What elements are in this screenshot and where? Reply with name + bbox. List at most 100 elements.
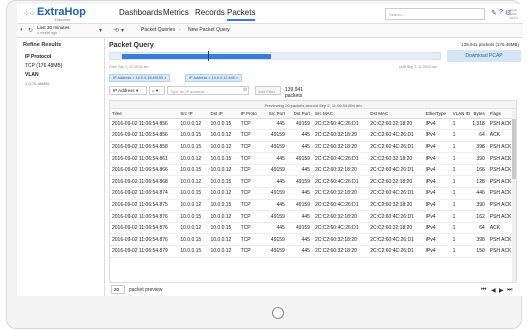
table-cell: 446 [471,187,488,200]
column-header[interactable]: IP Proto [238,109,263,119]
table-cell: 1 [450,199,472,212]
add-filter-button[interactable]: Add Filter [255,86,281,95]
refresh-icon[interactable]: ↻ [28,27,33,34]
table-cell: 10.0.0.15 [208,222,239,235]
table-cell: 2C:C2:60:4C:26:D1 [368,245,424,258]
first-page-icon[interactable]: ⏮ [481,287,486,294]
table-cell: 10.0.0.15 [178,164,209,177]
table-cell: 2C:C2:60:4C:26:D1 [368,210,424,223]
table-cell: IPv4 [423,152,451,165]
download-pcap-button[interactable]: Download PCAP [447,50,521,62]
table-row[interactable]: 2016-09-02 11:06:54.868 10.0.0.12 10.0.0.1… [110,175,516,189]
table-cell: 445 [287,233,313,247]
table-row[interactable]: 2016-09-02 11:06:54.876 10.0.0.15 10.0.0.1… [110,233,516,247]
table-cell: 445 [287,164,313,177]
table-row[interactable]: 2016-09-02 11:06:54.861 10.0.0.12 10.0.0.1… [110,152,516,165]
table-cell: 10.0.0.15 [208,199,239,212]
table-cell: 1 [450,175,472,189]
next-page-icon[interactable]: ▶ [499,287,504,294]
table-cell: 10.0.0.12 [208,129,239,142]
last-page-icon[interactable]: ⏭ [507,287,512,294]
tools-icon[interactable]: ✎ [491,9,497,17]
breadcrumb-packet-queries[interactable]: Packet Queries [141,27,175,33]
table-cell: 390 [471,199,488,212]
filter-operator-select[interactable]: = ▾ [149,86,165,95]
nav-metrics[interactable]: Metrics [163,8,189,17]
filter-value-input[interactable]: Type an IP address... [167,86,249,95]
table-cell: IPv4 [423,245,451,258]
table-cell: 2C:C2:60:32:18:20 [368,222,424,235]
collapse-sidebar-icon[interactable]: ◐ [20,27,24,33]
table-row[interactable]: 2016-09-02 11:06:54.876 10.0.0.15 10.0.0.1… [110,210,516,223]
history-icon[interactable]: ⟲ [114,27,119,34]
table-row[interactable]: 2016-09-02 11:06:54.856 10.0.0.12 10.0.0.1… [110,118,516,131]
table-row[interactable]: 2016-09-02 11:06:54.879 10.0.0.15 10.0.0.1… [110,245,516,258]
column-header[interactable]: EtherType [423,109,451,119]
page-size-input[interactable]: 20 [111,285,125,294]
chevron-down-icon[interactable]: ▾ [121,27,124,34]
column-header[interactable]: Src Port [262,109,288,119]
packet-timeline[interactable] [109,51,441,61]
table-cell: 2C:C2:60:4C:26:D1 [368,129,424,142]
logo[interactable]: ⁘⁘ ExtraHop Discover [21,5,107,23]
column-header[interactable]: Dst IP [208,109,239,119]
table-footer: 20 packet preview ⏮ ◀ ▶ ⏭ [109,285,517,295]
filter-chip[interactable]: IP Address = 10.0.0.15:49159 × [109,74,171,82]
filter-chip[interactable]: IP Address = 10.0.0.12:445 × [185,74,243,82]
table-cell: 10.0.0.12 [208,164,239,177]
table-row[interactable]: 2016-09-02 11:06:54.874 10.0.0.15 10.0.0.1… [110,187,516,200]
timeline-until: Until Sep 2, 11:39:02 am [399,65,438,69]
table-cell: 10.0.0.12 [208,233,239,247]
table-cell: 10.0.0.15 [178,210,209,223]
prev-page-icon[interactable]: ◀ [491,287,496,294]
timeline-marker[interactable] [208,51,209,61]
table-cell: 49159 [262,233,288,247]
table-cell: 1 [450,187,472,200]
table-cell: 2016-09-02 11:06:54.856 [110,118,179,131]
nav-dashboards[interactable]: Dashboards [119,8,162,17]
close-icon[interactable]: × [236,76,238,80]
column-header[interactable]: Time [110,109,179,119]
table-row[interactable]: 2016-09-02 11:06:54.866 10.0.0.15 10.0.0.1… [110,164,516,177]
table-cell: 64 [471,222,488,235]
table-cell: TCP [238,210,263,223]
time-breadcrumb-bar: ◐ ↻ Last 30 minutes a minute ago ▾ ⟲ ▾ P… [17,24,523,38]
table-cell: 10.0.0.15 [208,152,239,165]
scrollbar-thumb[interactable] [512,119,516,179]
refine-tcp[interactable]: TCP (176.48MB) [25,63,62,69]
filter-field-select[interactable]: IP Address ▾ [109,86,147,95]
column-header[interactable]: Dst MAC [368,109,424,119]
column-header[interactable]: Bytes [471,109,488,119]
home-button[interactable] [272,307,284,319]
table-row[interactable]: 2016-09-02 11:06:54.856 10.0.0.15 10.0.0.1… [110,129,516,142]
nav-packets[interactable]: Packets [227,8,256,21]
column-header[interactable]: Dst Port [287,109,313,119]
account-info[interactable]: admin AC01 V4.0.0 [509,8,518,20]
column-header[interactable]: VLAN ID [450,109,472,119]
refine-ip-protocol[interactable]: IP Protocol [25,54,51,60]
time-range-selector[interactable]: Last 30 minutes [37,25,69,30]
table-cell: 2C:C2:60:32:18:20 [312,129,369,142]
table-cell: 1 [450,210,472,223]
help-icon[interactable]: ? [499,9,503,16]
nav-records[interactable]: Records [195,8,225,17]
chevron-down-icon[interactable]: ▾ [99,27,102,34]
table-cell: 2C:C2:60:32:18:20 [368,199,424,212]
column-header[interactable]: Src IP [178,109,209,119]
table-cell: 49159 [262,141,288,154]
table-row[interactable]: 2016-09-02 11:06:54.875 10.0.0.12 10.0.0.1… [110,199,516,212]
table-row[interactable]: 2016-09-02 11:06:54.858 10.0.0.15 10.0.0.1… [110,141,516,154]
table-cell: IPv4 [423,164,451,177]
column-header[interactable]: Src MAC [312,109,369,119]
table-cell: 10.0.0.12 [208,187,239,200]
close-icon[interactable]: × [164,76,166,80]
table-cell: 49159 [287,152,313,165]
account-line: V4.0.0 [509,16,518,20]
packet-query-panel: Packet Query 139,941 packets (176.48MB) … [105,38,523,296]
table-row[interactable]: 2016-09-02 11:06:54.876 10.0.0.12 10.0.0.1… [110,222,516,235]
global-search-input[interactable]: Search... [385,8,485,20]
refine-vlan[interactable]: VLAN [25,72,39,78]
table-scrollbar[interactable] [512,109,516,282]
refine-vlan-1[interactable]: 1 (176.48MB) [25,81,49,86]
clear-icon[interactable]: ⊘ [243,87,247,93]
